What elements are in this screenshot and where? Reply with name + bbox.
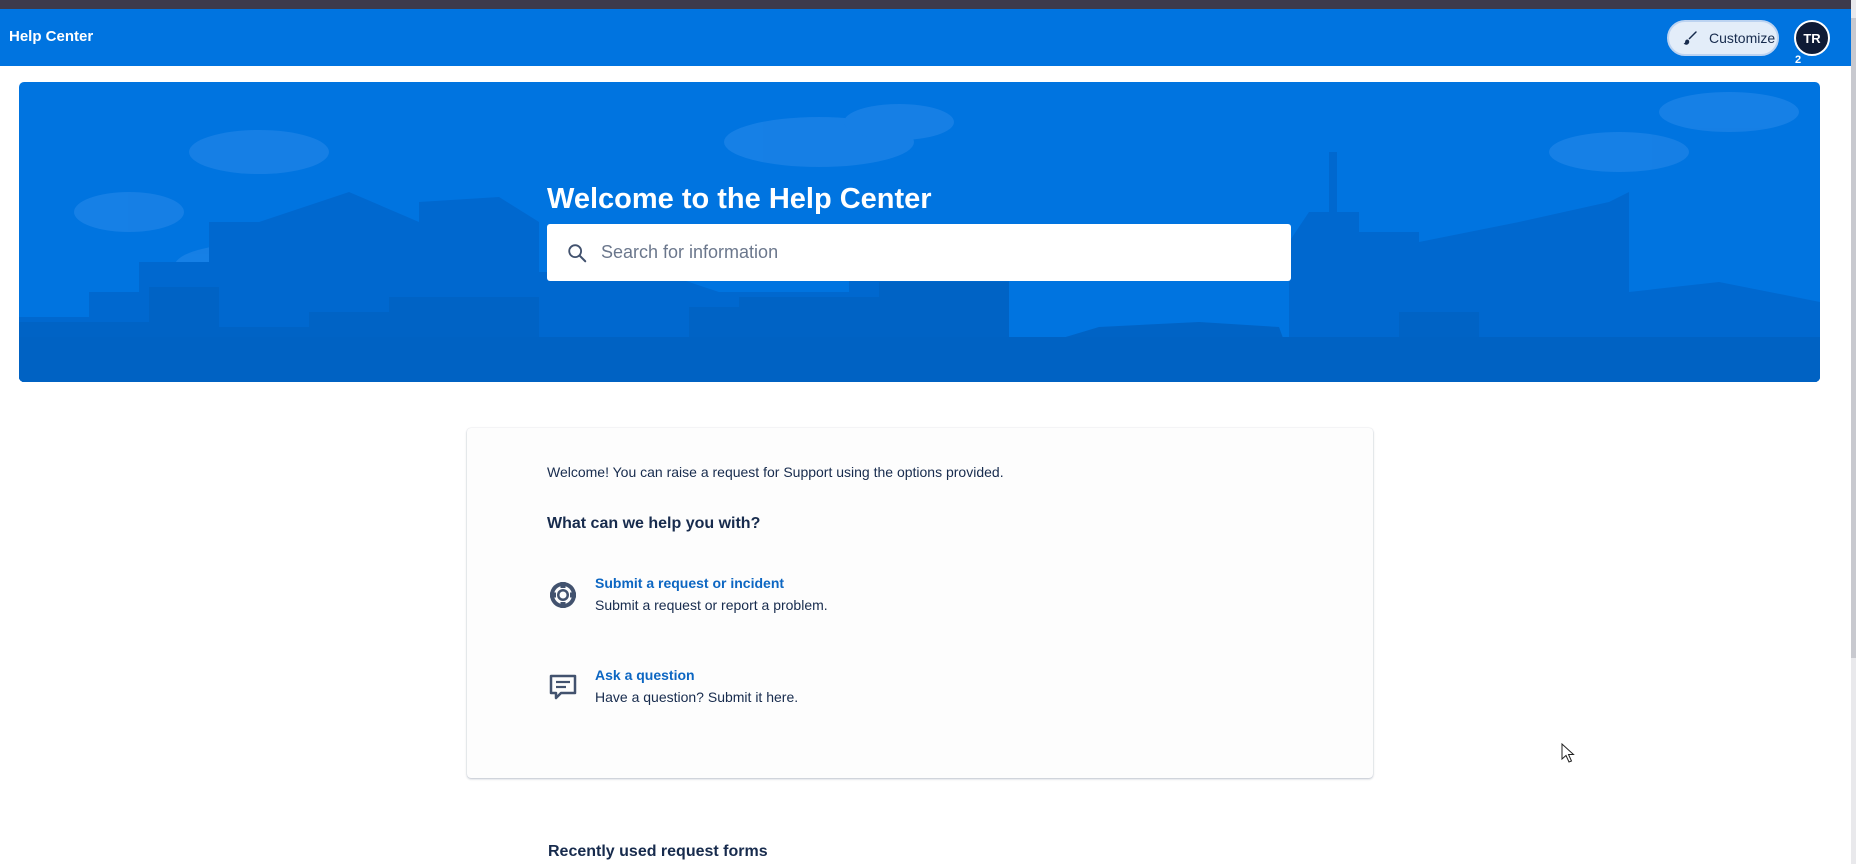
portal-card: Welcome! You can raise a request for Sup… — [467, 428, 1373, 778]
option-description: Submit a request or report a problem. — [595, 597, 828, 613]
user-avatar[interactable]: TR — [1794, 20, 1830, 56]
help-heading: What can we help you with? — [547, 515, 761, 532]
notification-badge: 2 — [1795, 54, 1802, 66]
mouse-cursor-icon — [1561, 743, 1575, 763]
hero-heading: Welcome to the Help Center — [547, 183, 932, 215]
customize-button[interactable]: Customize — [1667, 20, 1779, 56]
welcome-message: Welcome! You can raise a request for Sup… — [547, 464, 1004, 480]
top-navigation-bar: Help Center Customize TR 2 — [0, 9, 1856, 66]
page-scrollbar[interactable] — [1851, 0, 1856, 864]
chat-bubble-icon — [549, 674, 577, 700]
option-description: Have a question? Submit it here. — [595, 689, 799, 705]
scrollbar-thumb[interactable] — [1851, 18, 1856, 658]
option-submit-request[interactable]: Submit a request or incident Submit a re… — [547, 575, 1247, 623]
avatar-initials: TR — [1803, 30, 1821, 46]
search-input[interactable] — [601, 237, 1261, 268]
paintbrush-icon — [1683, 31, 1697, 45]
help-center-title[interactable]: Help Center — [9, 28, 93, 45]
option-ask-question[interactable]: Ask a question Have a question? Submit i… — [547, 667, 1247, 715]
option-title[interactable]: Submit a request or incident — [595, 575, 784, 591]
os-window-strip — [0, 0, 1856, 9]
lifebuoy-icon — [550, 582, 576, 608]
option-title[interactable]: Ask a question — [595, 667, 695, 683]
customize-label: Customize — [1709, 30, 1776, 46]
search-box[interactable] — [547, 224, 1291, 281]
recent-forms-heading: Recently used request forms — [548, 843, 768, 860]
search-icon — [568, 243, 587, 262]
hero-banner: Welcome to the Help Center — [19, 82, 1820, 382]
